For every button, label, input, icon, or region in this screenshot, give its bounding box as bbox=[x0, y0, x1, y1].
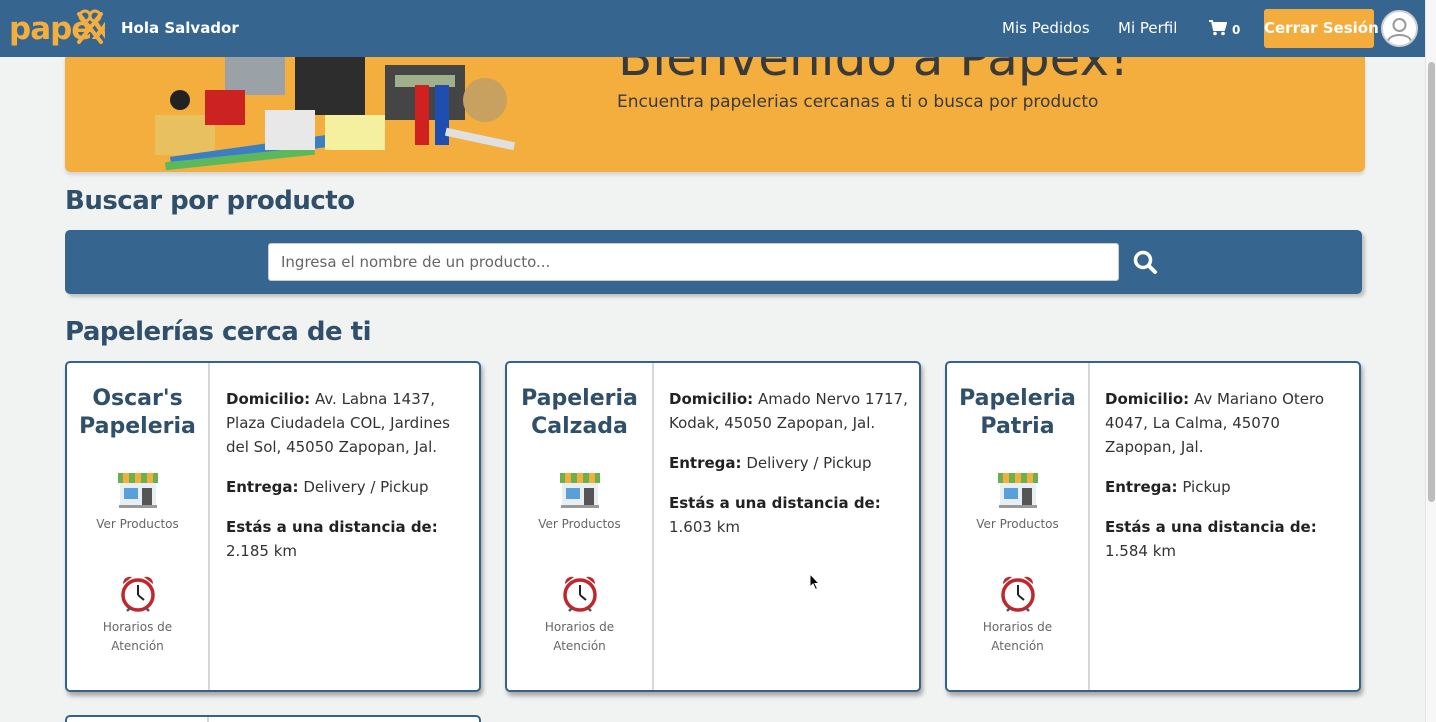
store-card-sidebar: Papeleria Calzada Ver Productos Horarios… bbox=[507, 363, 654, 690]
hero-banner: Bienvenido a Papex! Encuentra papelerias… bbox=[65, 57, 1365, 172]
address-label: Domicilio: bbox=[226, 390, 311, 408]
delivery-label: Entrega: bbox=[1105, 478, 1178, 496]
ver-productos-link[interactable]: Ver Productos bbox=[507, 517, 652, 531]
store-details: Domicilio: Av. Labna 1437, Plaza Ciudade… bbox=[226, 387, 471, 579]
ver-productos-link[interactable]: Ver Productos bbox=[67, 517, 208, 531]
store-card: Papeleria Calzada Ver Productos Horarios… bbox=[505, 361, 921, 692]
store-address: Domicilio: Av. Labna 1437, Plaza Ciudade… bbox=[226, 387, 471, 459]
nav-mi-perfil[interactable]: Mi Perfil bbox=[1118, 19, 1177, 37]
store-address: Domicilio: Amado Nervo 1717, Kodak, 4505… bbox=[669, 387, 909, 435]
store-name[interactable]: Oscar's Papeleria bbox=[67, 385, 208, 441]
distance-value: 1.603 km bbox=[669, 518, 741, 536]
delivery-label: Entrega: bbox=[226, 478, 299, 496]
cart-icon[interactable] bbox=[1209, 20, 1227, 36]
store-delivery: Entrega: Pickup bbox=[1105, 475, 1350, 499]
stores-section-title: Papelerías cerca de ti bbox=[65, 317, 372, 347]
cart-count: 0 bbox=[1232, 23, 1241, 37]
store-address: Domicilio: Av Mariano Otero 4047, La Cal… bbox=[1105, 387, 1350, 459]
delivery-value: Pickup bbox=[1182, 478, 1231, 496]
store-card: Oscar's Papeleria Ver Productos Horarios… bbox=[65, 361, 481, 692]
horarios-link[interactable]: Horarios de Atención bbox=[947, 618, 1088, 656]
user-avatar-icon[interactable] bbox=[1381, 10, 1418, 47]
delivery-label: Entrega: bbox=[669, 454, 742, 472]
office-supplies-image bbox=[155, 57, 516, 171]
papex-logo[interactable]: papex bbox=[9, 8, 105, 50]
distance-label: Estás a una distancia de: bbox=[669, 494, 881, 512]
address-label: Domicilio: bbox=[669, 390, 754, 408]
scrollbar-thumb[interactable] bbox=[1428, 62, 1435, 502]
store-details: Domicilio: Av Mariano Otero 4047, La Cal… bbox=[1105, 387, 1350, 579]
store-card-sidebar: Oscar's Papeleria Ver Productos Horarios… bbox=[67, 363, 210, 690]
store-icon[interactable] bbox=[997, 471, 1039, 509]
store-card: Papeleria Patria Ver Productos Horarios … bbox=[945, 361, 1361, 692]
greeting-text: Hola Salvador bbox=[121, 19, 239, 37]
store-distance: Estás a una distancia de: 1.584 km bbox=[1105, 515, 1350, 563]
delivery-value: Delivery / Pickup bbox=[746, 454, 872, 472]
store-icon[interactable] bbox=[117, 471, 159, 509]
search-icon[interactable] bbox=[1131, 248, 1161, 278]
search-section-title: Buscar por producto bbox=[65, 186, 355, 216]
alarm-clock-icon[interactable] bbox=[561, 574, 599, 614]
store-delivery: Entrega: Delivery / Pickup bbox=[226, 475, 471, 499]
page-scrollbar[interactable] bbox=[1425, 0, 1436, 722]
store-distance: Estás a una distancia de: 1.603 km bbox=[669, 491, 909, 539]
store-details: Domicilio: Amado Nervo 1717, Kodak, 4505… bbox=[669, 387, 909, 555]
address-label: Domicilio: bbox=[1105, 390, 1190, 408]
store-icon[interactable] bbox=[559, 471, 601, 509]
logout-button[interactable]: Cerrar Sesión bbox=[1264, 9, 1379, 48]
mouse-cursor-icon bbox=[809, 573, 821, 591]
store-card-partial bbox=[65, 715, 481, 722]
alarm-clock-icon[interactable] bbox=[999, 574, 1037, 614]
store-card-sidebar: Papeleria Patria Ver Productos Horarios … bbox=[947, 363, 1090, 690]
horarios-link[interactable]: Horarios de Atención bbox=[67, 618, 208, 656]
search-bar bbox=[65, 230, 1362, 294]
nav-mis-pedidos[interactable]: Mis Pedidos bbox=[1002, 19, 1090, 37]
horarios-link[interactable]: Horarios de Atención bbox=[507, 618, 652, 656]
store-delivery: Entrega: Delivery / Pickup bbox=[669, 451, 909, 475]
card-divider bbox=[207, 717, 209, 722]
store-name[interactable]: Papeleria Patria bbox=[947, 385, 1088, 441]
ver-productos-link[interactable]: Ver Productos bbox=[947, 517, 1088, 531]
distance-label: Estás a una distancia de: bbox=[226, 518, 438, 536]
store-name[interactable]: Papeleria Calzada bbox=[507, 385, 652, 441]
delivery-value: Delivery / Pickup bbox=[303, 478, 429, 496]
distance-label: Estás a una distancia de: bbox=[1105, 518, 1317, 536]
distance-value: 1.584 km bbox=[1105, 542, 1177, 560]
store-distance: Estás a una distancia de: 2.185 km bbox=[226, 515, 471, 563]
hero-title: Bienvenido a Papex! bbox=[618, 57, 1130, 87]
alarm-clock-icon[interactable] bbox=[119, 574, 157, 614]
search-input[interactable] bbox=[268, 243, 1119, 281]
hero-subtitle: Encuentra papelerias cercanas a ti o bus… bbox=[617, 92, 1099, 112]
distance-value: 2.185 km bbox=[226, 542, 298, 560]
top-navbar: papex Hola Salvador Mis Pedidos Mi Perfi… bbox=[0, 0, 1425, 57]
